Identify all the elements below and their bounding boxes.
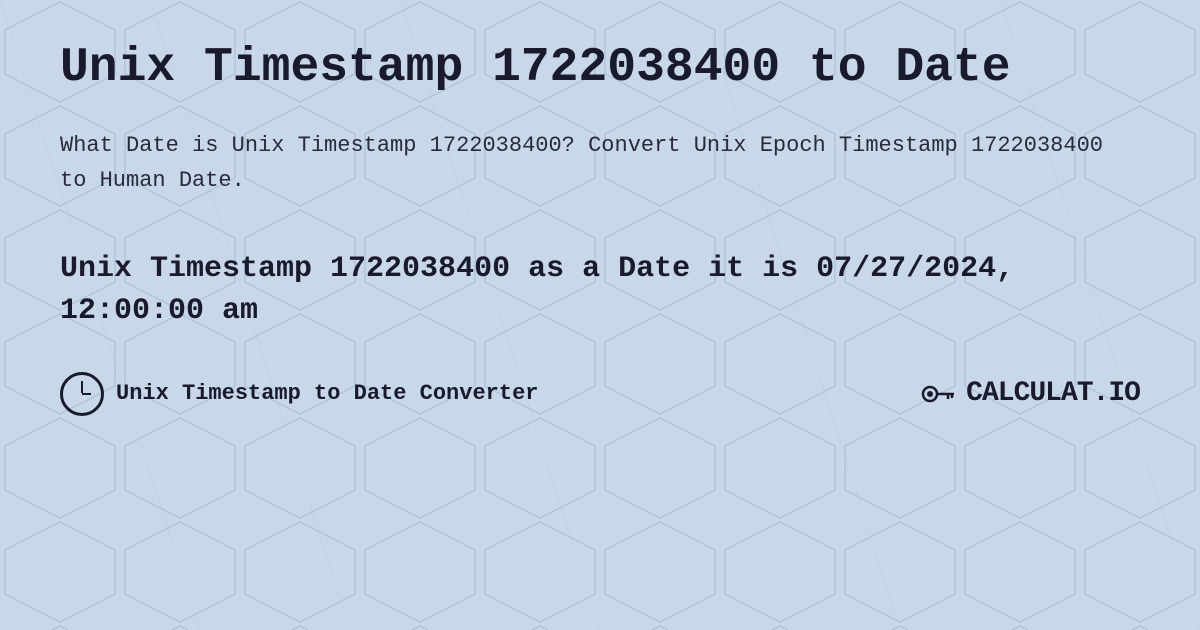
clock-icon (60, 372, 104, 416)
page-title: Unix Timestamp 1722038400 to Date (60, 40, 1140, 98)
footer-label: Unix Timestamp to Date Converter (116, 381, 538, 406)
footer: Unix Timestamp to Date Converter CALCULA… (60, 372, 1140, 416)
result-section: Unix Timestamp 1722038400 as a Date it i… (60, 248, 1140, 332)
logo-text: CALCULAT.IO (966, 378, 1140, 409)
logo-section: CALCULAT.IO (918, 374, 1140, 414)
logo-icon (918, 374, 958, 414)
result-value: Unix Timestamp 1722038400 as a Date it i… (60, 248, 1140, 332)
footer-left: Unix Timestamp to Date Converter (60, 372, 538, 416)
description-text: What Date is Unix Timestamp 1722038400? … (60, 128, 1140, 198)
